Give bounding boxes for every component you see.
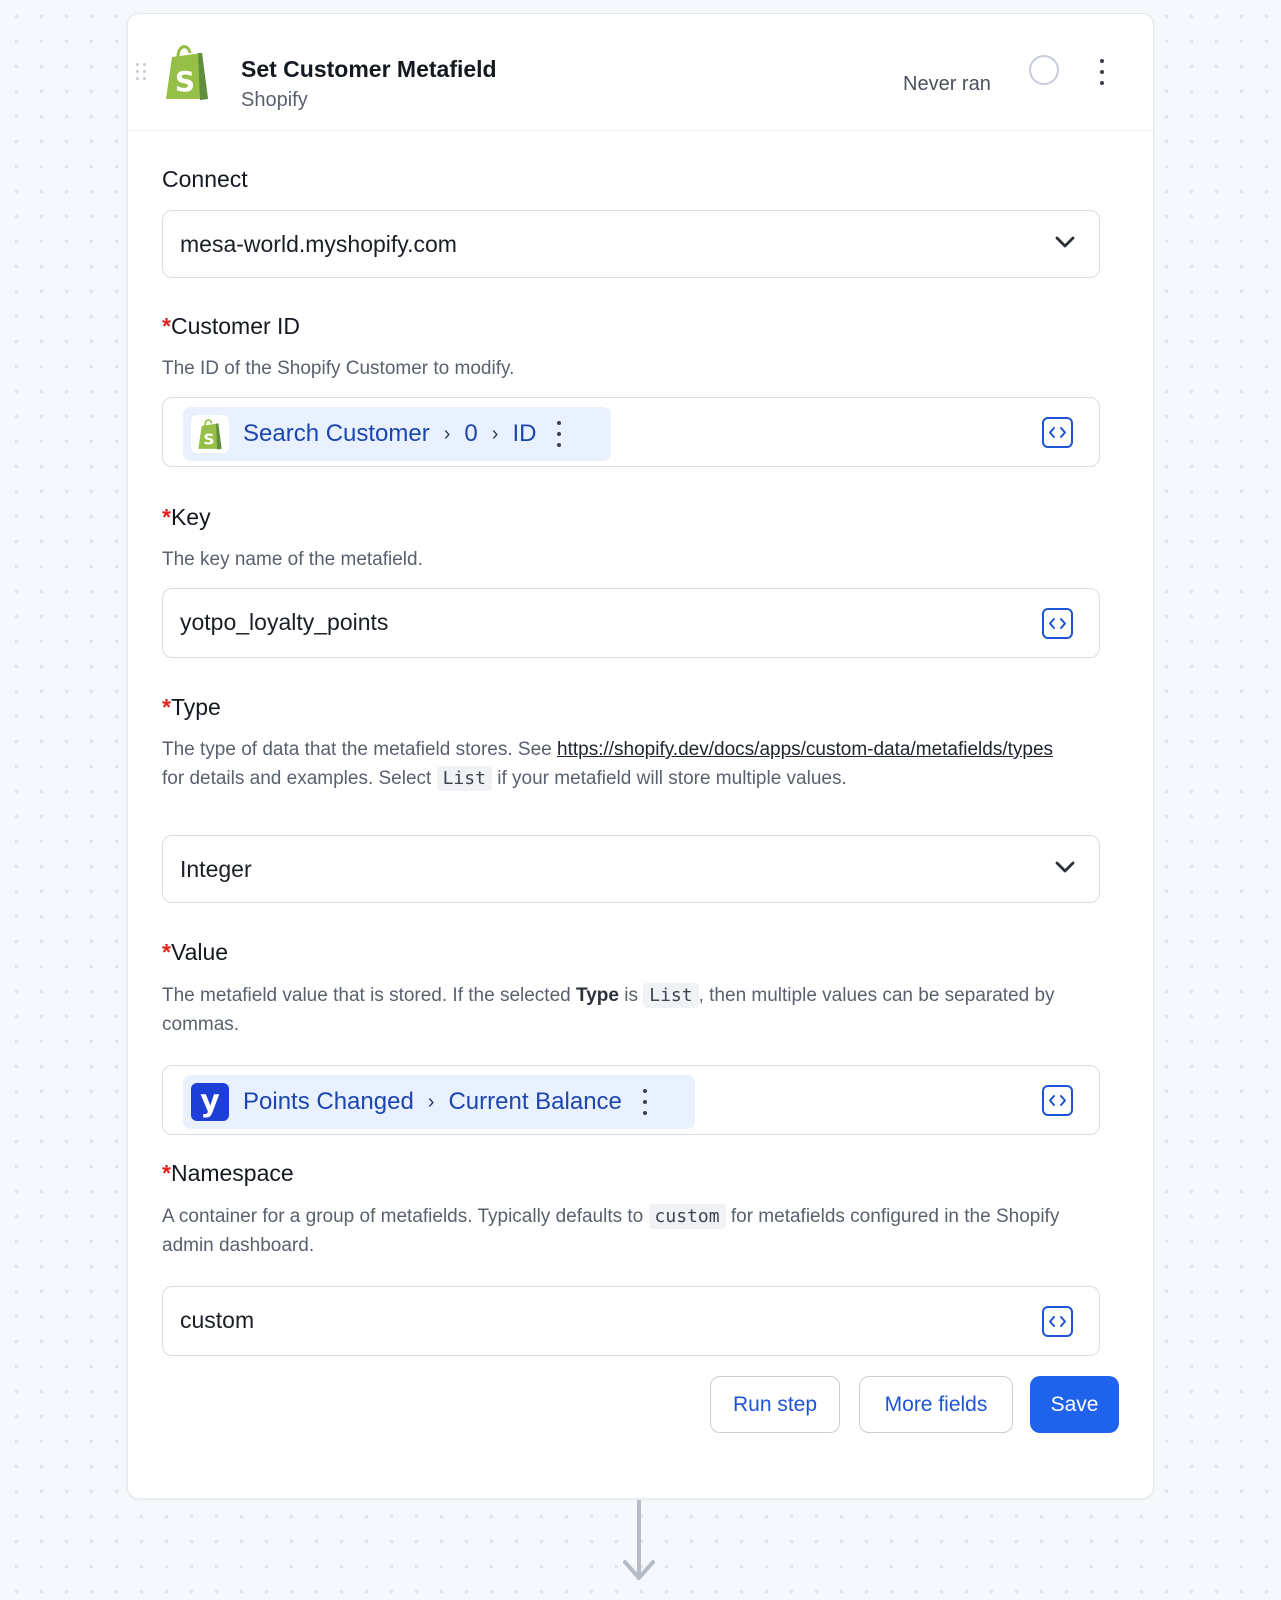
- customer-id-field[interactable]: S Search Customer › 0 › ID: [162, 397, 1100, 467]
- connect-label: Connect: [162, 166, 248, 192]
- token-segment: 0: [464, 420, 478, 447]
- chevron-right-icon: ›: [443, 422, 451, 445]
- code-toggle-icon[interactable]: [1042, 1306, 1073, 1337]
- customer-id-token[interactable]: S Search Customer › 0 › ID: [183, 407, 611, 461]
- save-button[interactable]: Save: [1030, 1376, 1119, 1433]
- namespace-label: *Namespace: [162, 1160, 294, 1186]
- token-segment: Points Changed: [243, 1088, 414, 1115]
- code-list: List: [436, 766, 492, 791]
- type-value: Integer: [180, 856, 252, 882]
- chevron-right-icon: ›: [491, 422, 499, 445]
- token-menu-icon[interactable]: [642, 1089, 648, 1115]
- arrow-down-icon: [623, 1500, 655, 1580]
- type-select[interactable]: Integer: [162, 835, 1100, 903]
- namespace-help: A container for a group of metafields. T…: [162, 1204, 1060, 1256]
- key-value: yotpo_loyalty_points: [180, 609, 389, 635]
- metafield-types-link[interactable]: https://shopify.dev/docs/apps/custom-dat…: [557, 739, 1053, 760]
- type-label: *Type: [162, 694, 221, 720]
- value-label: *Value: [162, 939, 229, 965]
- status-circle-icon: [1029, 55, 1059, 85]
- chevron-down-icon: [1055, 861, 1075, 873]
- more-options-icon[interactable]: [1094, 59, 1110, 85]
- chevron-down-icon: [1055, 236, 1075, 248]
- step-header: S Set Customer Metafield Shopify Never r…: [128, 14, 1153, 131]
- namespace-value: custom: [180, 1307, 255, 1333]
- run-status-text: Never ran: [903, 73, 991, 95]
- token-segment: Search Customer: [243, 420, 430, 447]
- token-segment: Current Balance: [448, 1088, 622, 1115]
- svg-text:S: S: [175, 65, 195, 98]
- step-title: Set Customer Metafield: [241, 56, 497, 82]
- step-app-name: Shopify: [241, 89, 308, 111]
- value-help: The metafield value that is stored. If t…: [162, 983, 1055, 1035]
- key-input[interactable]: yotpo_loyalty_points: [162, 588, 1100, 658]
- more-fields-button[interactable]: More fields: [859, 1376, 1013, 1433]
- code-toggle-icon[interactable]: [1042, 1085, 1073, 1116]
- key-label: *Key: [162, 504, 211, 530]
- shopify-logo-icon: S: [166, 45, 208, 100]
- token-menu-icon[interactable]: [556, 421, 562, 447]
- code-list: List: [643, 983, 699, 1008]
- customer-id-label: *Customer ID: [162, 313, 301, 339]
- yotpo-icon: y: [191, 1083, 229, 1121]
- shopify-bag-icon: S: [191, 415, 229, 453]
- key-help: The key name of the metafield.: [162, 549, 423, 570]
- svg-text:S: S: [203, 430, 214, 448]
- value-token[interactable]: y Points Changed › Current Balance: [183, 1075, 695, 1129]
- chevron-right-icon: ›: [427, 1090, 435, 1113]
- namespace-input[interactable]: custom: [162, 1286, 1100, 1356]
- connect-value: mesa-world.myshopify.com: [180, 231, 457, 257]
- run-step-button[interactable]: Run step: [710, 1376, 840, 1433]
- connect-select[interactable]: mesa-world.myshopify.com: [162, 210, 1100, 278]
- type-help: The type of data that the metafield stor…: [162, 739, 1054, 791]
- step-card: S Set Customer Metafield Shopify Never r…: [127, 13, 1154, 1499]
- code-custom: custom: [648, 1204, 726, 1229]
- value-field[interactable]: y Points Changed › Current Balance: [162, 1065, 1100, 1135]
- code-toggle-icon[interactable]: [1042, 608, 1073, 639]
- code-toggle-icon[interactable]: [1042, 417, 1073, 448]
- drag-handle-icon[interactable]: [136, 63, 148, 81]
- token-segment: ID: [512, 420, 537, 447]
- customer-id-help: The ID of the Shopify Customer to modify…: [162, 358, 515, 379]
